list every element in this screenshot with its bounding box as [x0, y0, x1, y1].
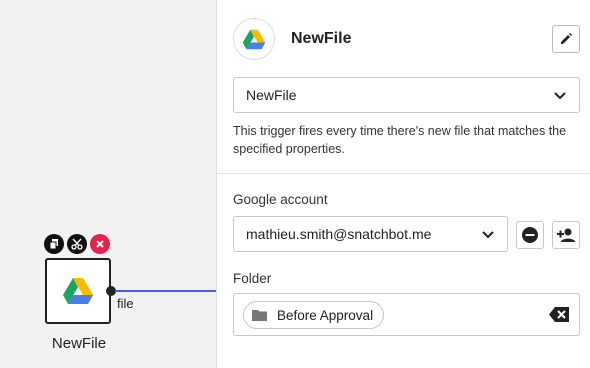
minus-circle-icon: [522, 227, 538, 243]
google-drive-icon: [242, 29, 266, 49]
copy-icon: [49, 239, 58, 250]
google-account-label: Google account: [233, 192, 328, 207]
panel-title: NewFile: [291, 30, 352, 47]
delete-node-button[interactable]: [90, 234, 110, 254]
chevron-down-icon: [554, 91, 566, 99]
edit-button[interactable]: [552, 25, 580, 53]
google-drive-icon: [63, 278, 93, 304]
folder-field[interactable]: Before Approval: [233, 293, 580, 336]
trigger-select-value: NewFile: [246, 87, 297, 103]
pencil-icon: [561, 33, 572, 44]
divider: [217, 173, 590, 174]
trigger-description: This trigger fires every time there's ne…: [233, 124, 567, 156]
copy-node-button[interactable]: [44, 234, 64, 254]
add-account-button[interactable]: [552, 221, 580, 249]
folder-label: Folder: [233, 271, 272, 286]
delete-icon: [96, 240, 104, 248]
google-account-value: mathieu.smith@snatchbot.me: [246, 226, 432, 242]
panel-header: NewFile: [233, 18, 580, 62]
app-logo: [233, 18, 275, 60]
trigger-select[interactable]: NewFile: [233, 77, 580, 113]
google-account-select[interactable]: mathieu.smith@snatchbot.me: [233, 216, 508, 252]
trigger-node[interactable]: [45, 258, 111, 324]
folder-chip-label: Before Approval: [277, 307, 374, 323]
backspace-icon: [549, 307, 569, 322]
add-user-icon: [557, 228, 575, 242]
properties-panel: NewFile NewFile This trigger fires every…: [217, 0, 590, 368]
folder-icon: [252, 309, 267, 321]
port-label: file: [117, 296, 134, 311]
node-label: NewFile: [51, 335, 107, 352]
clear-folder-button[interactable]: [548, 306, 570, 323]
cut-node-button[interactable]: [67, 234, 87, 254]
chevron-down-icon: [482, 230, 494, 238]
node-action-bar: [44, 234, 110, 254]
remove-account-button[interactable]: [516, 221, 544, 249]
folder-chip[interactable]: Before Approval: [243, 301, 385, 329]
connector-line: [115, 290, 216, 292]
flow-canvas[interactable]: file NewFile: [0, 0, 217, 368]
cut-icon: [71, 238, 83, 250]
